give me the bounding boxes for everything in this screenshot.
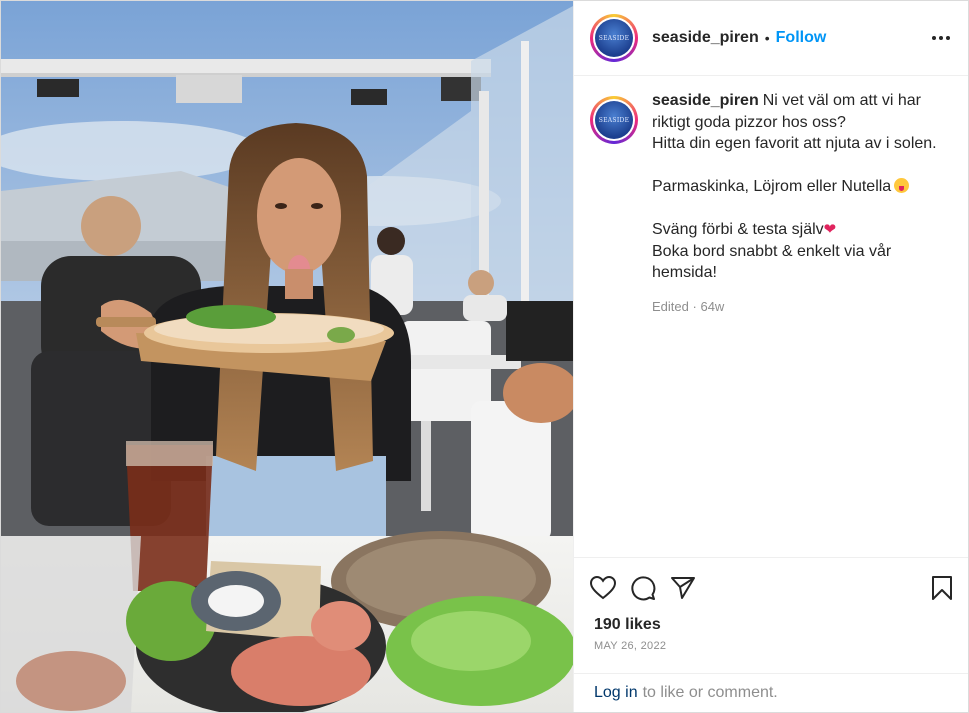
login-prompt: to like or comment. [642,684,778,701]
caption: SEASIDE seaside_piren Ni vet väl om att v… [574,76,968,317]
post-header: SEASIDE seaside_piren • Follow [574,1,968,76]
caption-avatar[interactable]: SEASIDE [590,96,638,144]
post-dialog: SEASIDE seaside_piren • Follow SEASIDE s… [0,0,969,713]
likes-count[interactable]: 190 likes [574,604,968,634]
caption-avatar-logo: SEASIDE [595,101,633,139]
caption-line-6: Sväng förbi & testa själv❤ [652,219,952,241]
edited-info: Edited · 64w [652,296,952,318]
tongue-face-icon [894,178,910,193]
caption-username[interactable]: seaside_piren [652,92,759,109]
avatar-logo: SEASIDE [595,19,633,57]
action-icons [574,558,968,604]
more-horizontal-icon[interactable] [929,26,953,50]
post-photo[interactable] [1,1,573,712]
post-photo-image [1,1,573,712]
caption-body: seaside_piren Ni vet väl om att vi har ri… [652,90,952,317]
edited-label: Edited [652,298,689,314]
caption-line-4: Parmaskinka, Löjrom eller Nutella [652,176,952,198]
edited-age[interactable]: 64w [700,299,724,314]
caption-text-7: Boka bord snabbt & enkelt via vår hemsid… [652,242,892,282]
post-date[interactable]: MAY 26, 2022 [574,634,968,652]
red-heart-icon: ❤ [823,221,837,238]
bookmark-icon[interactable] [931,576,953,600]
edited-separator: · [692,298,697,314]
header-separator: • [764,30,770,46]
heart-icon[interactable] [590,576,616,600]
caption-text-6: Sväng förbi & testa själv [652,221,824,238]
header-username[interactable]: seaside_piren [652,29,759,47]
caption-text-2: Hitta din egen favorit att njuta av i so… [652,135,937,152]
follow-button[interactable]: Follow [776,29,827,47]
login-bar: Log in to like or comment. [574,673,968,712]
caption-text-4: Parmaskinka, Löjrom eller Nutella [652,178,892,195]
caption-line-1: seaside_piren Ni vet väl om att vi har ri… [652,90,952,133]
share-icon[interactable] [670,576,696,600]
login-link[interactable]: Log in [594,684,638,702]
post-side-panel: SEASIDE seaside_piren • Follow SEASIDE s… [573,1,968,712]
post-actions: 190 likes MAY 26, 2022 [574,557,968,652]
comment-icon[interactable] [630,575,656,601]
avatar[interactable]: SEASIDE [590,14,638,62]
